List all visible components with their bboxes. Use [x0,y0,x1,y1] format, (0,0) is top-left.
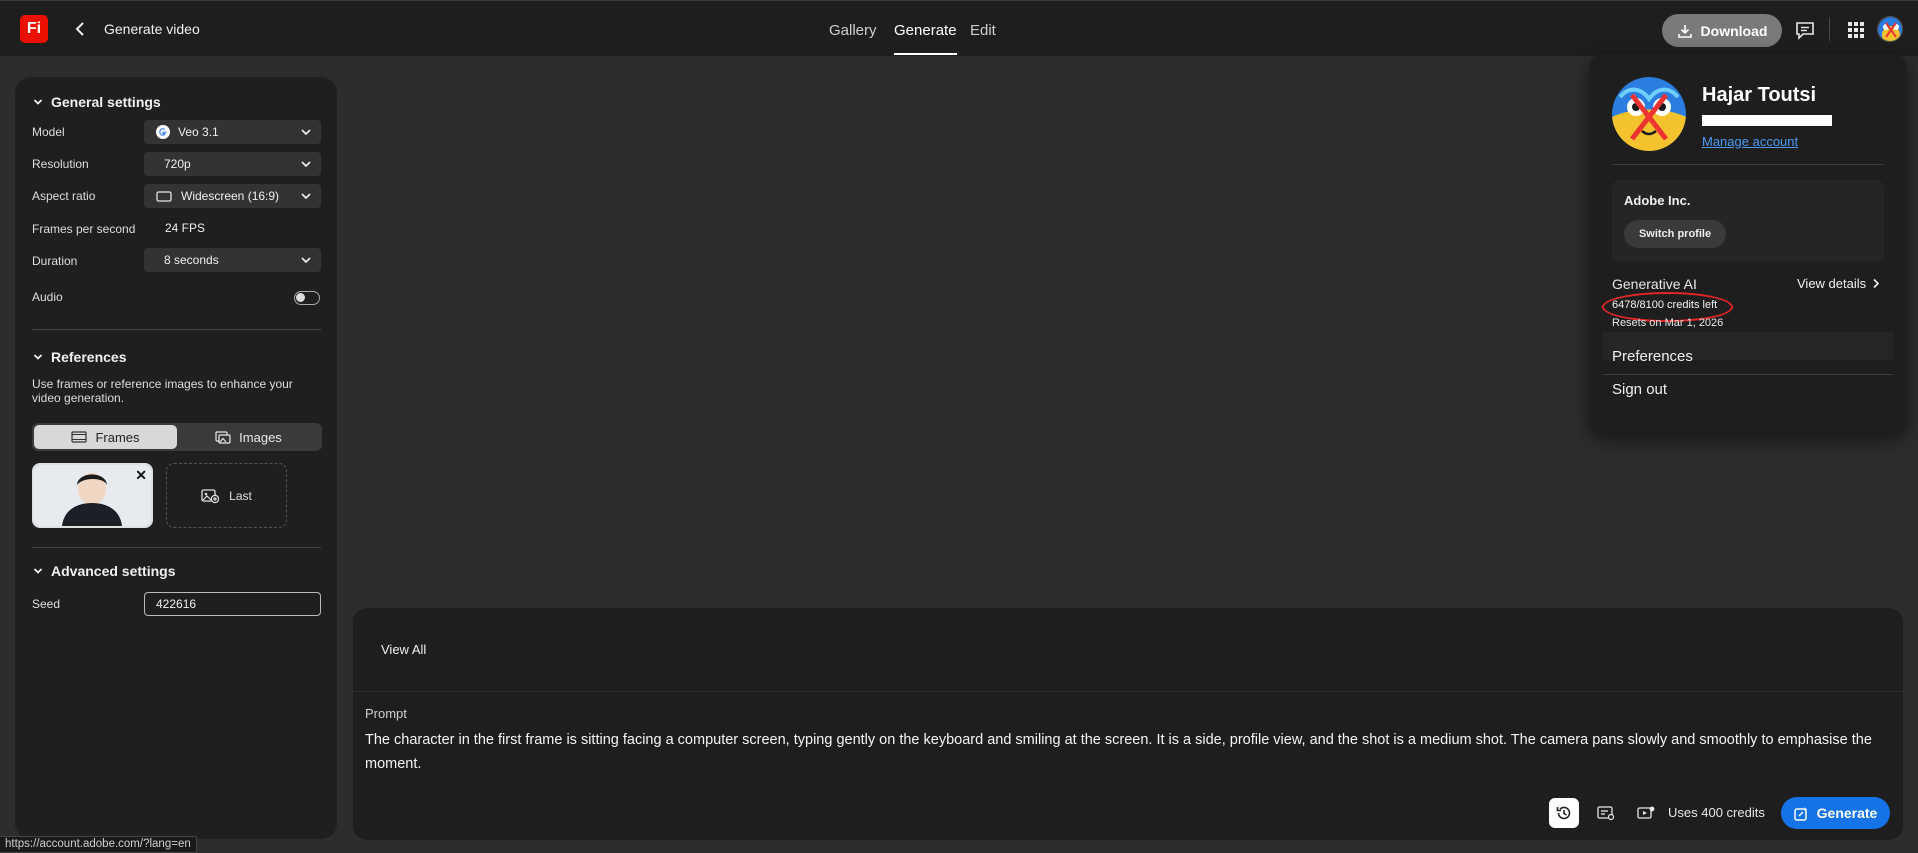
switch-profile-button[interactable]: Switch profile [1624,220,1726,248]
page-title: Generate video [104,21,200,37]
view-details-link[interactable]: View details [1797,276,1880,291]
preferences-menu-item[interactable]: Preferences [1612,348,1693,365]
chevron-down-icon [33,354,43,360]
first-frame-thumbnail[interactable]: ✕ [32,463,153,528]
popover-divider [1603,374,1893,375]
audio-label: Audio [32,290,63,304]
advanced-settings-toggle[interactable]: Advanced settings [33,563,175,579]
model-label: Model [32,125,65,139]
chevron-right-icon [1873,278,1880,289]
credits-info-button[interactable] [1631,798,1661,828]
remove-frame-icon[interactable]: ✕ [135,467,147,484]
last-frame-label: Last [229,488,252,503]
audio-toggle[interactable] [294,291,320,305]
aspect-ratio-dropdown[interactable]: Widescreen (16:9) [144,184,321,208]
google-icon [156,125,170,139]
duration-label: Duration [32,254,78,268]
prompt-divider [353,691,1903,692]
tab-frames-label: Frames [95,429,140,445]
resolution-label: Resolution [32,157,89,171]
toolbar-divider [1829,17,1830,41]
first-frame-image [34,465,151,526]
apps-grid-icon[interactable] [1845,19,1867,41]
resolution-value: 720p [164,157,191,171]
org-name: Adobe Inc. [1624,193,1691,208]
duration-value: 8 seconds [164,253,219,267]
seed-label: Seed [32,597,61,611]
credits-cost-label: Uses 400 credits [1668,805,1765,820]
parameters-button[interactable] [1591,798,1621,828]
aspect-ratio-value: Widescreen (16:9) [181,189,280,203]
profile-name: Hajar Toutsi [1702,84,1817,106]
credits-reset-date: Resets on Mar 1, 2026 [1612,317,1724,329]
history-button[interactable] [1549,798,1579,828]
prompt-textarea[interactable]: The character in the first frame is sitt… [365,728,1885,776]
reference-type-switch: Frames Images [32,423,322,451]
chevron-down-icon [301,129,311,136]
model-dropdown[interactable]: Veo 3.1 [144,120,321,144]
fps-value: 24 FPS [165,221,206,235]
tab-frames[interactable]: Frames [34,425,177,449]
view-all-link[interactable]: View All [381,642,426,657]
manage-account-link[interactable]: Manage account [1702,134,1798,149]
chevron-down-icon [301,193,311,200]
tab-edit[interactable]: Edit [970,1,996,57]
generative-ai-heading: Generative AI [1612,276,1697,292]
general-settings-toggle[interactable]: General settings [33,94,161,110]
profile-popover: Hajar Toutsi Manage account Adobe Inc. S… [1589,54,1907,436]
org-card: Adobe Inc. Switch profile [1612,180,1884,262]
download-label: Download [1700,22,1768,39]
resolution-dropdown[interactable]: 720p [144,152,321,176]
duration-dropdown[interactable]: 8 seconds [144,248,321,272]
references-description: Use frames or reference images to enhanc… [32,377,293,405]
general-settings-heading: General settings [51,94,161,110]
prompt-label: Prompt [365,706,407,721]
generate-icon [1793,806,1808,821]
section-divider [32,547,321,548]
tab-generate[interactable]: Generate [894,1,957,57]
settings-panel: General settings Model Veo 3.1 Resolutio… [15,77,337,839]
chevron-down-icon [33,568,43,574]
widescreen-icon [156,190,172,202]
prompt-panel: View All Prompt The character in the fir… [353,608,1903,840]
credits-icon [1637,806,1655,819]
tab-images-label: Images [239,429,282,445]
section-divider [32,329,321,330]
profile-email-redacted [1702,115,1832,126]
user-avatar[interactable] [1877,16,1903,42]
chevron-down-icon [33,99,43,105]
feedback-icon[interactable] [1794,19,1816,41]
images-icon [215,430,231,444]
history-icon [1556,806,1571,820]
status-bar-url: https://account.adobe.com/?lang=en [0,836,197,853]
tab-images[interactable]: Images [177,425,320,449]
view-details-label: View details [1797,276,1867,291]
firefly-logo[interactable]: Fi [20,15,48,43]
back-arrow-icon[interactable] [72,19,88,39]
top-bar: Fi Generate video Gallery Generate Edit … [0,0,1918,56]
download-button[interactable]: Download [1662,14,1782,47]
advanced-settings-heading: Advanced settings [51,563,176,579]
fps-label: Frames per second [32,222,136,236]
tab-gallery[interactable]: Gallery [829,1,877,57]
film-frames-icon [71,431,88,443]
profile-avatar [1612,77,1686,151]
chevron-down-icon [301,257,311,264]
last-frame-slot[interactable]: Last [166,463,287,528]
add-image-icon [201,488,220,503]
aspect-ratio-label: Aspect ratio [32,189,96,203]
generate-button[interactable]: Generate [1781,797,1890,829]
references-toggle[interactable]: References [33,349,127,365]
popover-divider [1612,164,1884,165]
generate-label: Generate [1816,805,1878,821]
chevron-down-icon [301,161,311,168]
download-icon [1677,24,1692,38]
references-heading: References [51,349,127,365]
text-settings-icon [1597,806,1615,821]
model-value: Veo 3.1 [178,125,219,139]
sign-out-menu-item[interactable]: Sign out [1612,381,1667,398]
seed-input[interactable]: 422616 [144,592,321,616]
